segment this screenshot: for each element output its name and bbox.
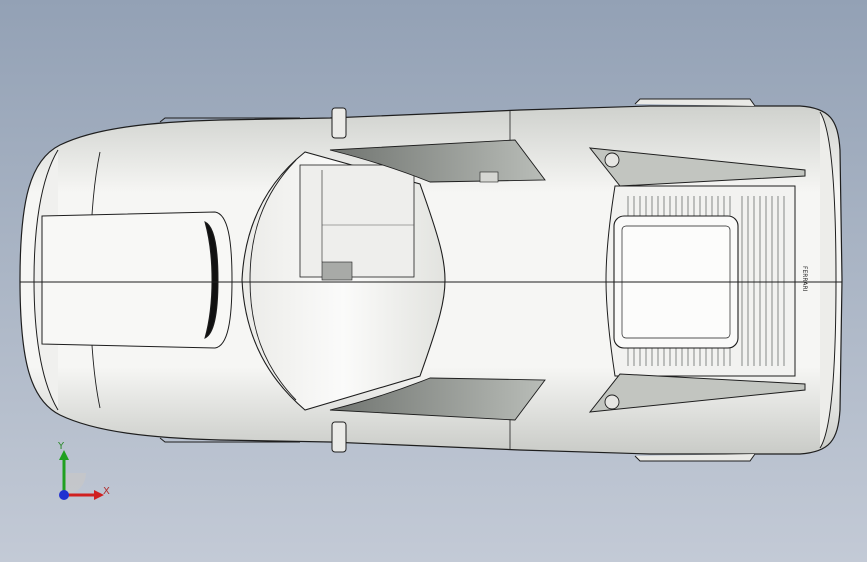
z-axis-dot bbox=[59, 490, 69, 500]
car-model-top-view[interactable]: FERRARI bbox=[0, 0, 867, 562]
right-fuel-cap bbox=[604, 394, 620, 410]
right-wheel-arch-rear bbox=[634, 453, 756, 462]
right-mirror bbox=[331, 421, 347, 453]
front-hood bbox=[41, 211, 233, 349]
left-mirror bbox=[331, 107, 347, 139]
cad-viewport[interactable]: FERRARI Y X bbox=[0, 0, 867, 562]
interior-panel bbox=[299, 164, 415, 278]
left-wheel-arch-rear bbox=[634, 98, 756, 107]
orientation-triad: Y X bbox=[46, 440, 126, 510]
interior-seat bbox=[321, 261, 353, 281]
left-fuel-cap bbox=[604, 152, 620, 168]
rear-badge: FERRARI bbox=[801, 266, 808, 292]
y-axis-label: Y bbox=[58, 441, 65, 452]
side-mirror-detail bbox=[479, 171, 499, 183]
x-axis-label: X bbox=[103, 486, 110, 497]
